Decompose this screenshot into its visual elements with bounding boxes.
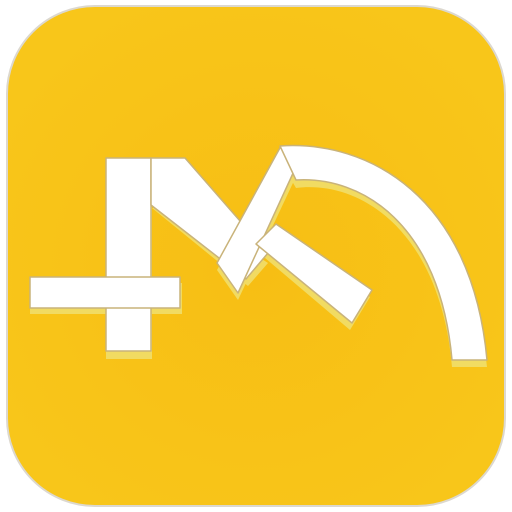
logo-cross-horizontal-bar [29, 276, 181, 309]
app-icon [6, 5, 506, 507]
logo-cross-vertical-bar [105, 157, 152, 352]
